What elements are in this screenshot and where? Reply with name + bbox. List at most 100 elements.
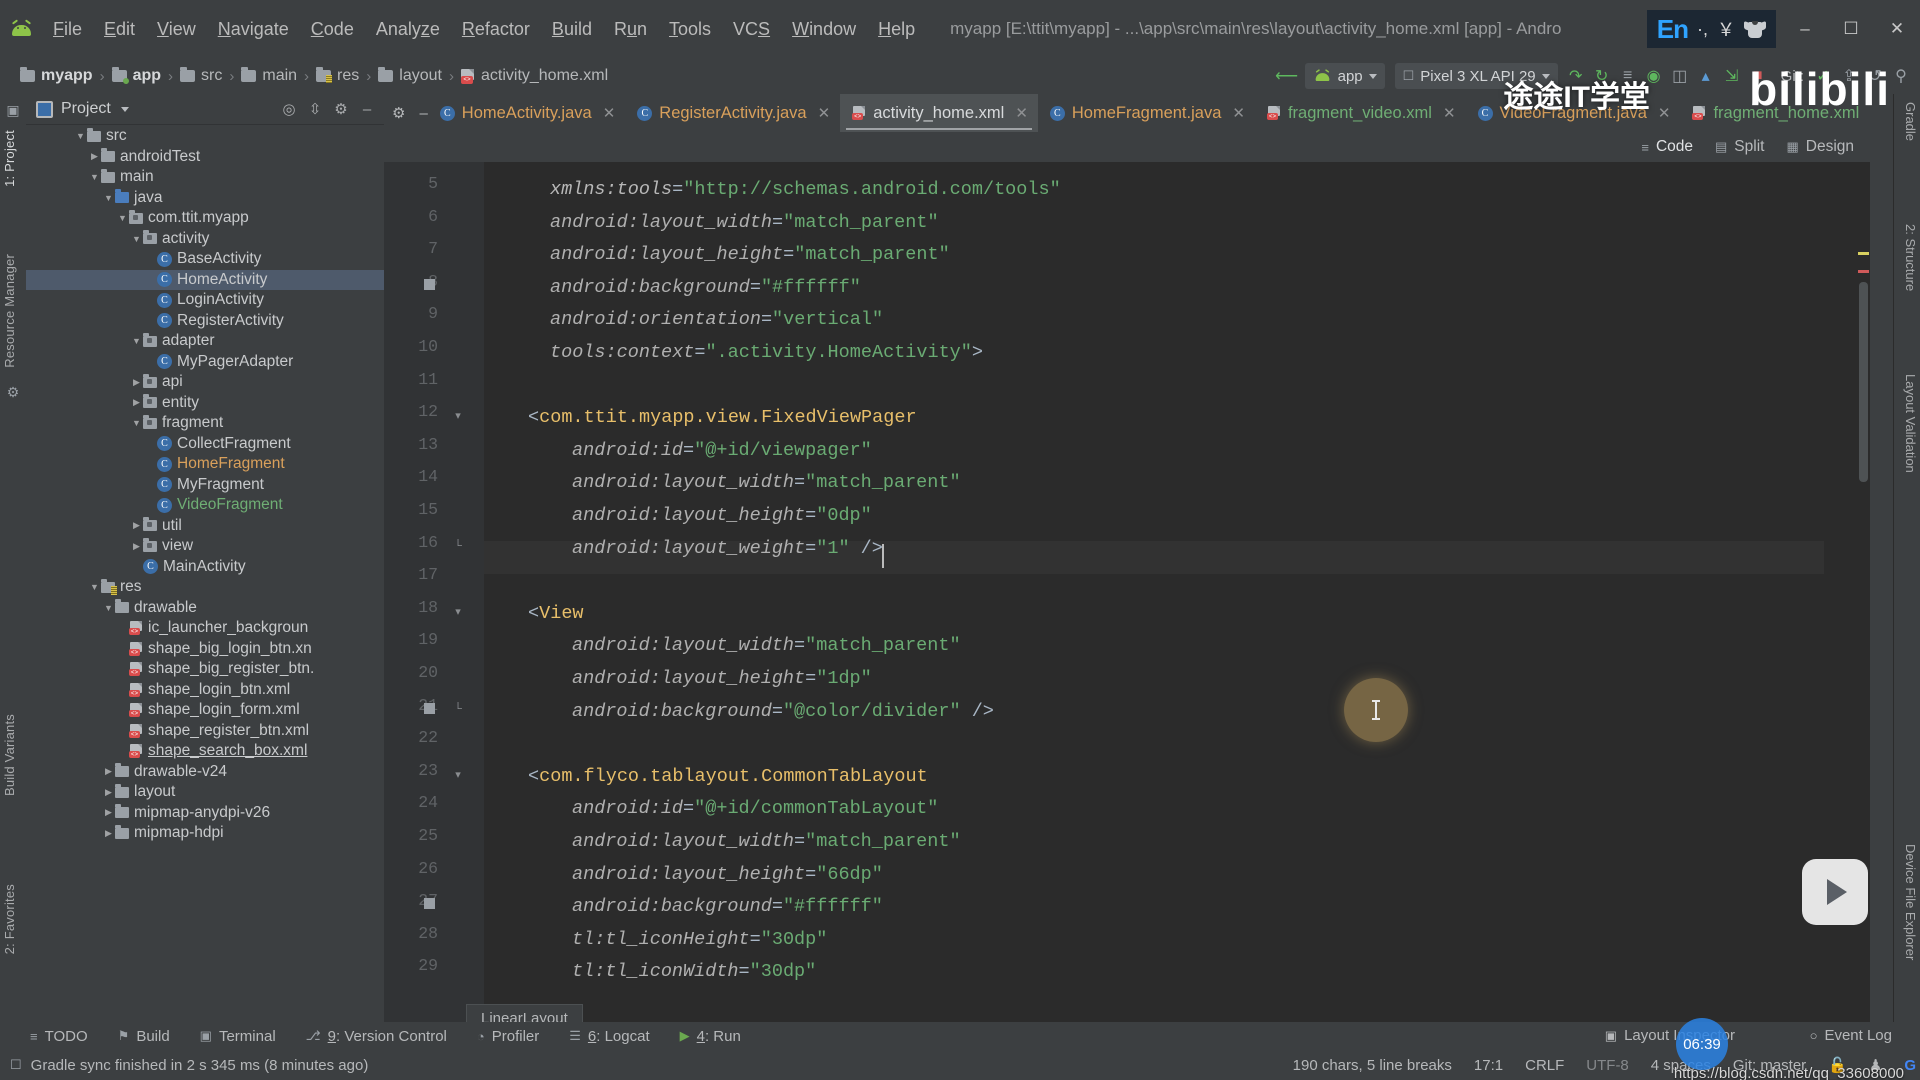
error-stripe-warning[interactable] [1858, 252, 1869, 255]
chevron-down-icon[interactable]: ▼ [88, 582, 101, 592]
menu-code[interactable]: Code [300, 16, 365, 43]
code-line[interactable]: android:layout_width="match_parent" [484, 467, 961, 500]
chevron-down-icon[interactable]: ▼ [130, 418, 143, 428]
menu-vcs[interactable]: VCS [722, 16, 781, 43]
profiler-icon[interactable]: ▴ [1693, 61, 1719, 91]
chevron-right-icon[interactable]: ▶ [102, 807, 115, 818]
tool-window-build-variants[interactable]: Build Variants [2, 714, 17, 796]
tool-window-4--run[interactable]: ▶ 4: Run [680, 1028, 741, 1045]
tree-item-mainactivity[interactable]: C MainActivity [26, 557, 384, 578]
google-icon[interactable]: G [1904, 1057, 1916, 1074]
tree-item-shape-big-register-btn-[interactable]: <> shape_big_register_btn. [26, 659, 384, 680]
attach-debugger-icon[interactable]: ⇲ [1719, 61, 1745, 91]
tree-item-mypageradapter[interactable]: C MyPagerAdapter [26, 352, 384, 373]
tool-window-profiler[interactable]: ◔ Profiler [477, 1028, 539, 1045]
fold-end-icon[interactable]: └ [452, 703, 464, 715]
menu-refactor[interactable]: Refactor [451, 16, 541, 43]
chevron-right-icon[interactable]: ▶ [88, 151, 101, 162]
ime-skin-icon[interactable] [1744, 20, 1766, 38]
settings-gear-icon[interactable]: ⚙ [330, 98, 352, 120]
tree-item-api[interactable]: ▶ api [26, 372, 384, 393]
encoding-label[interactable]: UTF-8 [1586, 1057, 1629, 1074]
breadcrumb-item-activity-home-xml[interactable]: <> activity_home.xml [460, 67, 608, 85]
color-preview-gutter-icon[interactable] [424, 702, 435, 714]
tree-item-myfragment[interactable]: C MyFragment [26, 475, 384, 496]
code-line[interactable]: android:orientation="vertical" [484, 304, 883, 337]
chevron-right-icon[interactable]: ▶ [102, 787, 115, 798]
menu-run[interactable]: Run [603, 16, 658, 43]
breadcrumb-item-res[interactable]: res [316, 67, 359, 85]
tree-item-src[interactable]: ▼ src [26, 126, 384, 147]
fold-collapse-icon[interactable]: ▾ [452, 768, 464, 781]
tool-window-layout-validation[interactable]: Layout Validation [1903, 374, 1918, 473]
tool-window-project[interactable]: 1: Project [2, 130, 17, 187]
code-line[interactable]: android:layout_height="match_parent" [484, 239, 950, 272]
code-editor[interactable]: 56789101112▾13141516└1718▾192021└2223▾24… [384, 162, 1870, 1062]
close-icon[interactable]: ✕ [818, 104, 831, 122]
code-line[interactable]: tools:context=".activity.HomeActivity"> [484, 337, 983, 370]
tree-item-layout[interactable]: ▶ layout [26, 782, 384, 803]
collapse-all-icon[interactable]: ⇳ [304, 98, 326, 120]
close-icon[interactable]: ✕ [1443, 104, 1456, 122]
tree-item-homeactivity[interactable]: C HomeActivity [26, 269, 384, 290]
chevron-down-icon[interactable]: ▼ [102, 193, 115, 203]
tree-item-videofragment[interactable]: C VideoFragment [26, 495, 384, 516]
ime-indicator[interactable]: En ·, ￥ [1646, 10, 1776, 48]
chevron-down-icon[interactable]: ▼ [130, 336, 143, 346]
code-line[interactable]: android:background="#ffffff" [484, 891, 883, 924]
code-line[interactable]: android:layout_height="0dp" [484, 500, 872, 533]
tree-item-collectfragment[interactable]: C CollectFragment [26, 434, 384, 455]
build-icon[interactable]: ⚙ [4, 384, 22, 402]
tree-item-ic-launcher-backgroun[interactable]: <> ic_launcher_backgroun [26, 618, 384, 639]
tree-item-res[interactable]: ▼ res [26, 577, 384, 598]
tree-item-fragment[interactable]: ▼ fragment [26, 413, 384, 434]
back-arrow-icon[interactable]: ⟵ [1274, 61, 1300, 91]
code-line[interactable]: android:layout_width="match_parent" [484, 207, 939, 240]
chevron-right-icon[interactable]: ▶ [130, 541, 143, 552]
chevron-right-icon[interactable]: ▶ [130, 377, 143, 388]
tree-item-adapter[interactable]: ▼ adapter [26, 331, 384, 352]
chevron-right-icon[interactable]: ▶ [102, 828, 115, 839]
tool-window-todo[interactable]: ≡ TODO [30, 1028, 88, 1045]
menu-tools[interactable]: Tools [658, 16, 722, 43]
breadcrumb-item-layout[interactable]: layout [378, 67, 442, 85]
chevron-right-icon[interactable]: ▶ [102, 766, 115, 777]
fold-collapse-icon[interactable]: ▾ [452, 409, 464, 422]
breadcrumb-item-src[interactable]: src [180, 67, 222, 85]
tree-item-drawable[interactable]: ▼ drawable [26, 598, 384, 619]
tree-item-loginactivity[interactable]: C LoginActivity [26, 290, 384, 311]
tree-item-mipmap-anydpi-v26[interactable]: ▶ mipmap-anydpi-v26 [26, 803, 384, 824]
tree-item-homefragment[interactable]: C HomeFragment [26, 454, 384, 475]
tree-item-baseactivity[interactable]: C BaseActivity [26, 249, 384, 270]
tool-window-gradle[interactable]: Gradle [1903, 102, 1918, 141]
tree-item-drawable-v24[interactable]: ▶ drawable-v24 [26, 762, 384, 783]
color-preview-gutter-icon[interactable] [424, 898, 435, 910]
editor-tab-homeactivity-java[interactable]: C HomeActivity.java ✕ [428, 94, 625, 132]
minimize-button[interactable]: – [1782, 0, 1828, 58]
line-separator-label[interactable]: CRLF [1525, 1057, 1564, 1074]
view-mode-code[interactable]: ≡ Code [1641, 138, 1693, 156]
tool-window-build[interactable]: ⚑ Build [118, 1028, 170, 1045]
tree-item-registeractivity[interactable]: C RegisterActivity [26, 311, 384, 332]
tree-item-main[interactable]: ▼ main [26, 167, 384, 188]
tree-item-shape-login-btn-xml[interactable]: <> shape_login_btn.xml [26, 680, 384, 701]
hide-icon[interactable]: ‒ [356, 98, 378, 120]
tree-item-activity[interactable]: ▼ activity [26, 229, 384, 250]
module-selector[interactable]: app [1304, 63, 1385, 89]
menu-analyze[interactable]: Analyze [365, 16, 451, 43]
fold-end-icon[interactable]: └ [452, 540, 464, 552]
view-mode-design[interactable]: ▦ Design [1786, 138, 1854, 156]
breadcrumb-item-myapp[interactable]: myapp [20, 67, 93, 85]
tree-item-shape-big-login-btn-xn[interactable]: <> shape_big_login_btn.xn [26, 639, 384, 660]
code-line[interactable]: tl:tl_iconHeight="30dp" [484, 924, 827, 957]
ime-currency-icon[interactable]: ￥ [1717, 16, 1735, 42]
tree-item-shape-search-box-xml[interactable]: <> shape_search_box.xml [26, 741, 384, 762]
color-preview-gutter-icon[interactable] [424, 278, 435, 290]
close-icon[interactable]: ✕ [1658, 104, 1671, 122]
maximize-button[interactable]: ☐ [1828, 0, 1874, 58]
close-button[interactable]: ✕ [1874, 0, 1920, 58]
event-log-button[interactable]: ○ Event Log [1810, 1027, 1892, 1044]
locate-icon[interactable]: ◎ [278, 98, 300, 120]
hide-icon[interactable]: ‒ [419, 105, 427, 122]
caret-position-label[interactable]: 17:1 [1474, 1057, 1503, 1074]
